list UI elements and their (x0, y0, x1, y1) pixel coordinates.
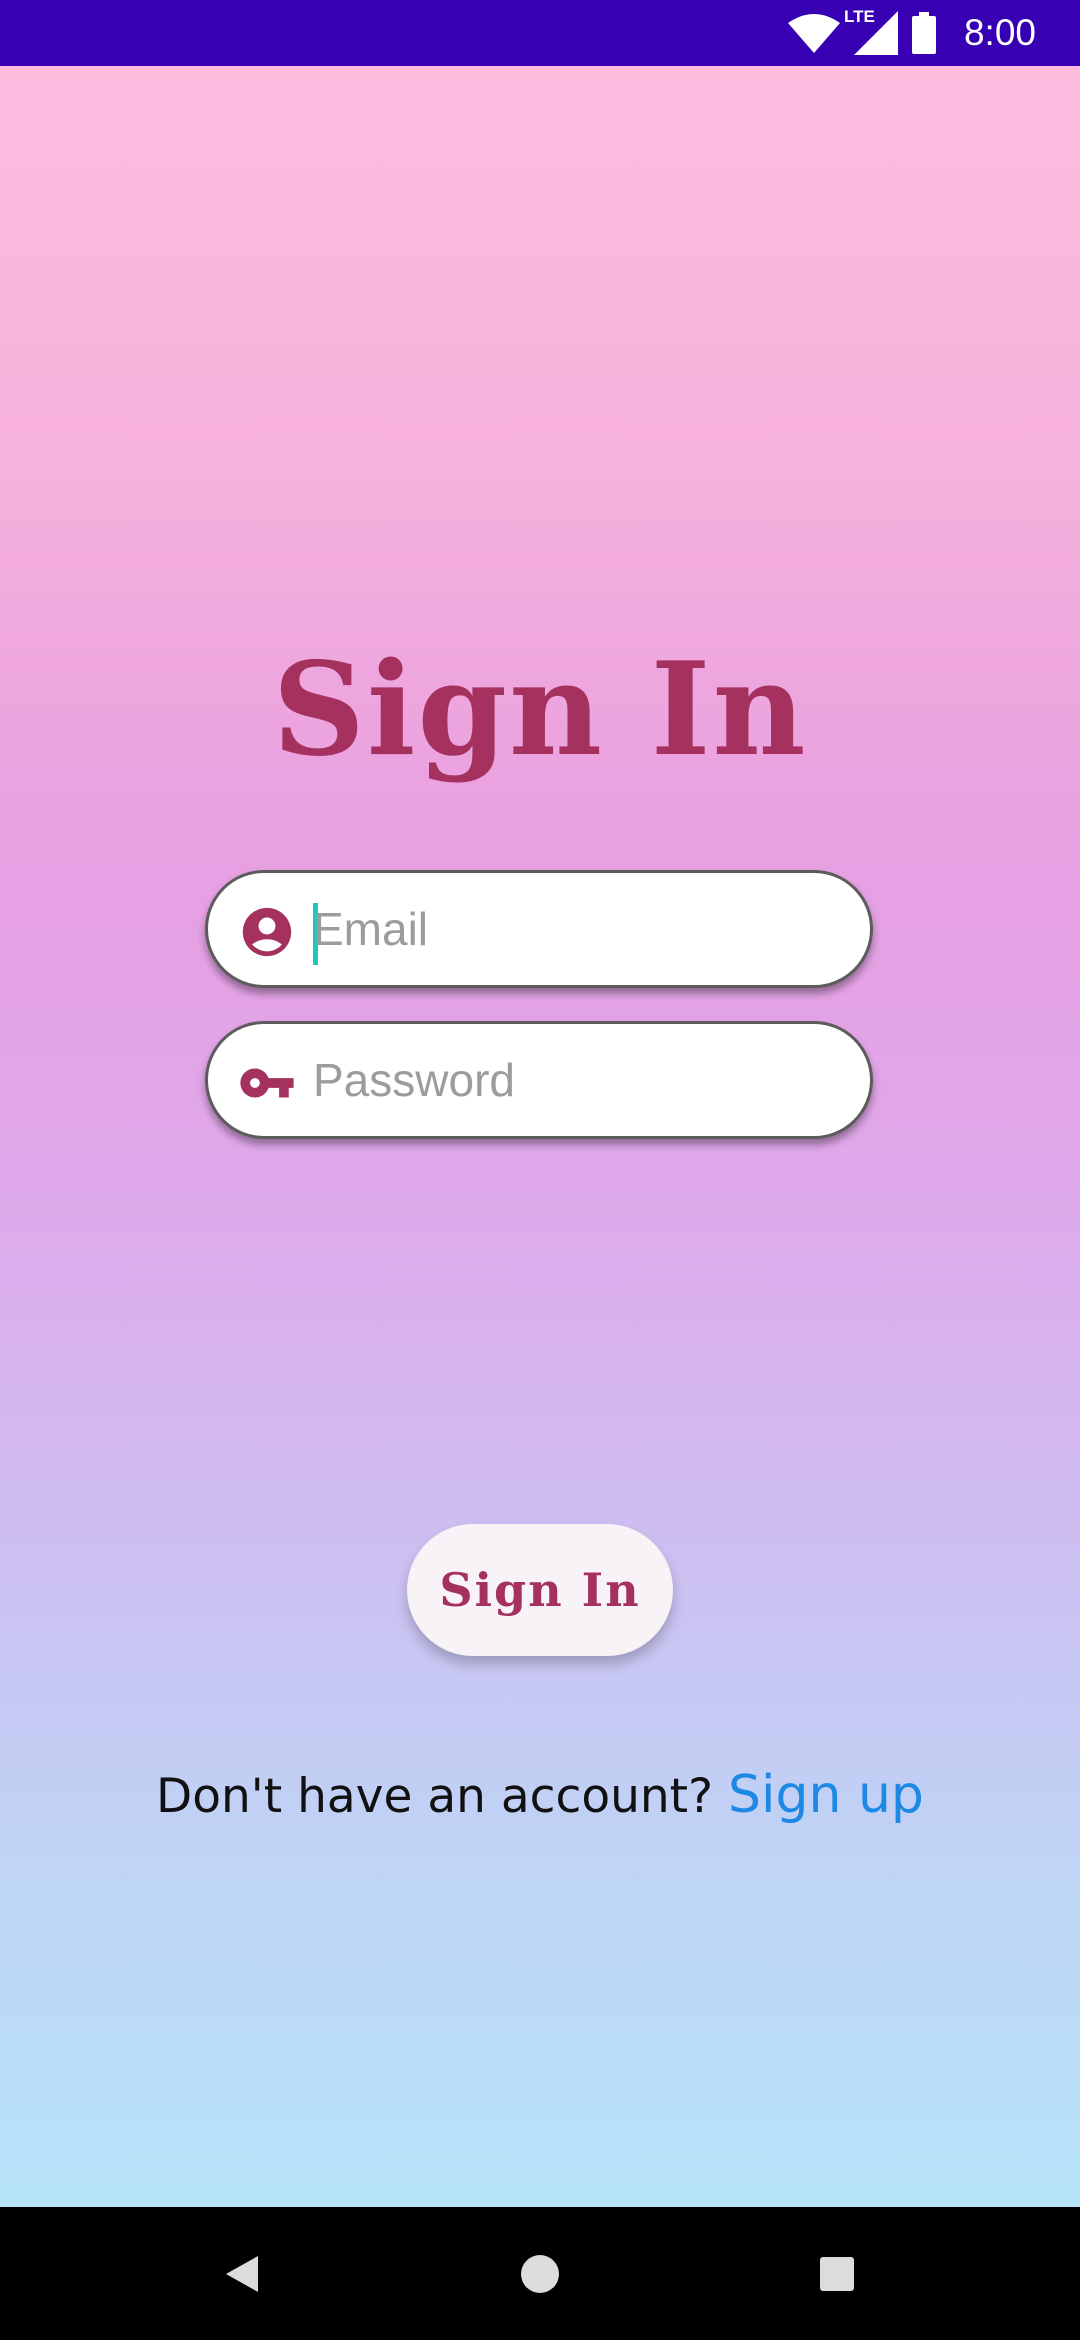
key-icon (240, 1068, 294, 1098)
password-input[interactable] (313, 1038, 833, 1122)
wifi-icon (787, 14, 840, 53)
password-field[interactable] (205, 1021, 873, 1139)
signup-prompt: Don't have an account? Sign up (0, 1760, 1080, 1832)
network-type-label: LTE (843, 7, 875, 26)
sign-in-button[interactable]: Sign In (407, 1524, 673, 1656)
status-bar: LTE 8:00 (0, 0, 1080, 66)
navigation-bar (0, 2207, 1080, 2340)
sign-in-screen: LTE 8:00 Sign In Sign In Don't have an a… (0, 0, 1080, 2340)
nav-recents-button[interactable] (777, 2207, 897, 2340)
home-circle-icon (521, 2254, 559, 2293)
signup-link[interactable]: Sign up (728, 1765, 924, 1825)
battery-icon (911, 12, 936, 54)
recents-square-icon (820, 2256, 854, 2291)
nav-back-button[interactable] (182, 2207, 302, 2340)
page-title: Sign In (272, 635, 808, 785)
back-triangle-icon (226, 2255, 258, 2292)
email-input[interactable] (313, 887, 833, 971)
status-icons: LTE 8:00 (787, 0, 1036, 66)
status-time: 8:00 (963, 12, 1036, 53)
account-circle-icon (242, 907, 292, 957)
lte-signal-icon: LTE (844, 7, 898, 55)
email-field[interactable] (205, 870, 873, 988)
signup-prompt-text: Don't have an account? (156, 1769, 714, 1824)
nav-home-button[interactable] (480, 2207, 600, 2340)
